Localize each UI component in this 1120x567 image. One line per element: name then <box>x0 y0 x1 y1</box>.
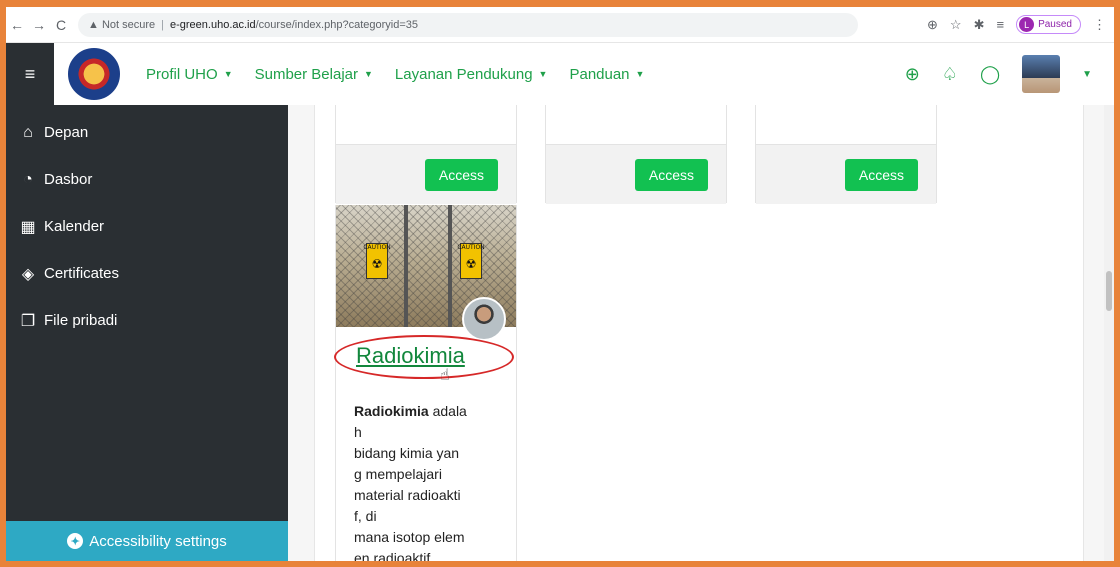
sidebar-item-file-pribadi[interactable]: ❐ File pribadi <box>6 297 288 344</box>
nav-panduan[interactable]: Panduan ▼ <box>569 66 644 83</box>
reload-button[interactable]: C <box>50 17 72 33</box>
messages-chat-icon[interactable]: ◯ <box>980 64 1000 85</box>
summary-line: f, di <box>354 508 377 524</box>
nav-sumber-belajar[interactable]: Sumber Belajar ▼ <box>255 66 373 83</box>
nav-label: Layanan Pendukung <box>394 65 533 83</box>
summary-line: bidang kimia yan <box>354 445 460 461</box>
nav-profil-uho[interactable]: Profil UHO ▼ <box>146 66 233 83</box>
browser-menu-icon[interactable]: ⋮ <box>1093 17 1106 33</box>
url-path: /course/index.php?categoryid=35 <box>255 18 418 31</box>
paused-label: Paused <box>1038 19 1072 30</box>
radiation-icon: ☢ <box>371 257 383 271</box>
bookmark-star-icon[interactable]: ☆ <box>950 17 962 33</box>
zoom-icon[interactable]: ⊕ <box>927 17 938 33</box>
reading-list-icon[interactable]: ≡ <box>996 17 1004 32</box>
course-card: Access <box>545 105 727 204</box>
hamburger-icon: ≡ <box>24 63 36 84</box>
certificate-layers-icon: ◈ <box>21 265 35 283</box>
browser-actions: ⊕ ☆ ✱ ≡ L Paused ⋮ <box>927 15 1114 34</box>
url-text[interactable]: e-green.uho.ac.id/course/index.php?categ… <box>170 19 418 31</box>
uho-logo[interactable] <box>68 48 120 100</box>
course-card: Access <box>335 105 517 204</box>
screenshot-frame: ← → C ▲ Not secure | e-green.uho.ac.id/c… <box>0 0 1120 567</box>
sidebar-item-label: Certificates <box>44 265 120 282</box>
nav-label: Sumber Belajar <box>254 65 358 83</box>
sidebar-item-label: Depan <box>44 124 89 141</box>
home-icon: ⌂ <box>23 123 33 141</box>
notification-bell-icon[interactable]: ♤ <box>942 64 958 85</box>
teacher-avatar[interactable] <box>462 297 506 341</box>
accessibility-icon: ✦ <box>67 533 84 549</box>
back-button[interactable]: ← <box>6 17 28 33</box>
fence-post <box>404 205 408 327</box>
header-actions: ⊕ ♤ ◯ ▼ <box>905 55 1114 93</box>
address-bar[interactable]: ▲ Not secure | e-green.uho.ac.id/course/… <box>78 12 858 37</box>
files-icon: ❐ <box>20 312 36 330</box>
summary-line: adala <box>428 403 467 419</box>
nav-label: Profil UHO <box>146 65 218 83</box>
access-button[interactable]: Access <box>424 158 498 191</box>
sidebar-item-dasbor[interactable]: ◔ Dasbor <box>6 156 288 203</box>
caution-sign: CAUTION ☢ <box>457 243 485 279</box>
sidebar-item-label: File pribadi <box>44 312 118 329</box>
main-content: Access Access Access CAUTION ☢ CAUTION ☢… <box>288 105 1114 561</box>
accessibility-label: Accessibility settings <box>89 532 227 550</box>
nav-label: Panduan <box>569 65 630 83</box>
summary-line: g mempelajari <box>354 466 442 482</box>
card-footer: Access <box>546 144 726 204</box>
summary-line: h <box>354 424 362 440</box>
chevron-down-icon: ▼ <box>538 69 548 79</box>
url-separator: | <box>161 18 164 31</box>
course-summary: Radiokimia adala h bidang kimia yan g me… <box>354 401 500 561</box>
fence-post <box>448 205 452 327</box>
summary-bold-term: Radiokimia <box>354 403 429 419</box>
calendar-icon: ▦ <box>20 218 36 236</box>
sidebar-item-depan[interactable]: ⌂ Depan <box>6 109 288 156</box>
extensions-icon[interactable]: ✱ <box>974 17 985 33</box>
sign-text: CAUTION <box>363 244 391 251</box>
sidebar-item-label: Dasbor <box>44 171 93 188</box>
accessibility-settings-button[interactable]: ✦ Accessibility settings <box>6 521 288 561</box>
chevron-down-icon: ▼ <box>635 69 645 79</box>
chevron-down-icon: ▼ <box>364 69 373 79</box>
caution-sign: CAUTION ☢ <box>363 243 391 279</box>
page-scrollbar[interactable] <box>1104 105 1114 561</box>
scrollbar-thumb[interactable] <box>1106 271 1112 311</box>
sidebar-item-certificates[interactable]: ◈ Certificates <box>6 250 288 297</box>
sidebar-item-kalender[interactable]: ▦ Kalender <box>6 203 288 250</box>
sign-text: CAUTION <box>457 244 485 251</box>
access-button[interactable]: Access <box>844 158 918 191</box>
highlight-circle <box>334 335 514 379</box>
access-button[interactable]: Access <box>634 158 708 191</box>
summary-line: en radioaktif <box>354 550 431 561</box>
security-warning[interactable]: ▲ Not secure <box>88 19 155 31</box>
nav-drawer: ⌂ Depan ◔ Dasbor ▦ Kalender ◈ Certificat… <box>6 105 288 561</box>
drawer-toggle-button[interactable]: ≡ <box>6 43 54 105</box>
sidebar-item-label: Kalender <box>44 218 105 235</box>
forward-button[interactable]: → <box>28 17 50 33</box>
course-list-panel: Access Access Access CAUTION ☢ CAUTION ☢… <box>314 105 1084 561</box>
profile-paused-button[interactable]: L Paused <box>1016 15 1081 34</box>
url-host: e-green.uho.ac.id <box>170 18 256 31</box>
profile-avatar: L <box>1019 17 1035 32</box>
summary-line: mana isotop elem <box>354 529 465 545</box>
language-globe-icon[interactable]: ⊕ <box>905 64 920 85</box>
primary-navigation: Profil UHO ▼ Sumber Belajar ▼ Layanan Pe… <box>146 66 644 83</box>
radiation-icon: ☢ <box>465 257 477 271</box>
hand-cursor-icon: ☝ <box>440 365 450 384</box>
course-card-radiokimia: CAUTION ☢ CAUTION ☢ Radiokimia ☝ Radioki… <box>334 205 517 561</box>
user-avatar[interactable] <box>1022 55 1061 93</box>
browser-toolbar: ← → C ▲ Not secure | e-green.uho.ac.id/c… <box>6 7 1114 43</box>
card-footer: Access <box>336 144 516 204</box>
summary-line: material radioakti <box>354 487 461 503</box>
nav-layanan-pendukung[interactable]: Layanan Pendukung ▼ <box>395 66 548 83</box>
card-footer: Access <box>756 144 936 204</box>
user-menu-chevron-down-icon[interactable]: ▼ <box>1082 69 1092 80</box>
chevron-down-icon: ▼ <box>223 69 233 79</box>
course-card: Access <box>755 105 937 204</box>
dashboard-gauge-icon: ◔ <box>23 170 33 188</box>
site-header: ≡ Profil UHO ▼ Sumber Belajar ▼ Layanan … <box>6 43 1114 105</box>
